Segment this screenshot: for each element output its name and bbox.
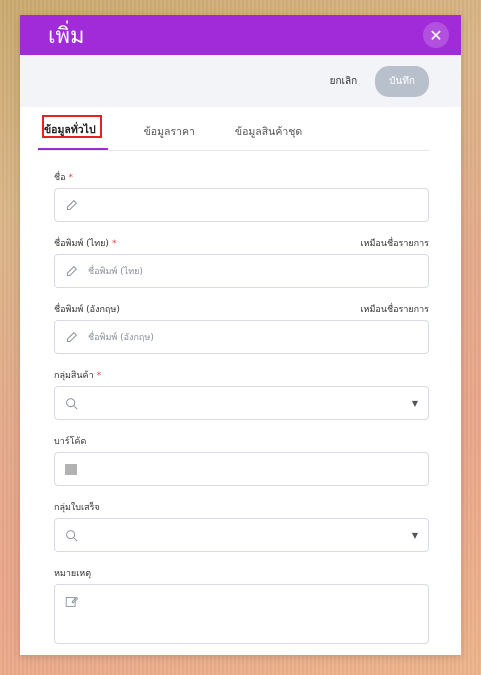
modal-header: เพิ่ม ✕ <box>20 15 461 55</box>
tab-label: ข้อมูลราคา <box>143 126 195 138</box>
field-print-name-en: ชื่อพิมพ์ (อังกฤษ) เหมือนชื่อรายการ ชื่อ… <box>54 303 429 354</box>
chevron-down-icon: ▼ <box>411 398 418 408</box>
field-label: บาร์โค้ด <box>54 437 87 447</box>
field-label: ชื่อพิมพ์ (อังกฤษ) <box>54 305 120 315</box>
field-label: หมายเหตุ <box>54 569 92 579</box>
tab-highlight-box <box>42 115 102 138</box>
field-barcode: บาร์โค้ด <box>54 435 429 486</box>
tab-bar: ข้อมูลทั่วไป ข้อมูลราคา ข้อมูลสินค้าชุด <box>38 115 429 151</box>
print-name-th-input[interactable]: ชื่อพิมพ์ (ไทย) <box>54 254 429 288</box>
save-button[interactable]: บันทึก <box>375 65 429 97</box>
add-item-modal: เพิ่ม ✕ ยกเลิก บันทึก ข้อมูลทั่วไป ข้อมู… <box>20 15 461 655</box>
chevron-down-icon: ▼ <box>411 530 418 540</box>
search-icon <box>65 529 78 542</box>
pencil-icon <box>65 265 78 278</box>
product-group-select[interactable]: ▼ <box>54 386 429 420</box>
field-label: กลุ่มสินค้า * <box>54 371 102 381</box>
field-receipt-group: กลุ่มใบเสร็จ ▼ <box>54 501 429 552</box>
close-button[interactable]: ✕ <box>423 22 449 48</box>
barcode-input[interactable] <box>54 452 429 486</box>
tab-bundle-info[interactable]: ข้อมูลสินค้าชุด <box>231 123 306 150</box>
pencil-icon <box>65 331 78 344</box>
field-product-group: กลุ่มสินค้า * ▼ <box>54 369 429 420</box>
same-as-name-link[interactable]: เหมือนชื่อรายการ <box>360 236 429 250</box>
tab-price-info[interactable]: ข้อมูลราคา <box>140 123 199 150</box>
general-form: ชื่อ * ชื่อพิมพ์ (ไทย) * เหมือนชื่อรายการ … <box>20 151 461 644</box>
edit-icon <box>65 593 79 612</box>
tab-label: ข้อมูลสินค้าชุด <box>234 126 303 138</box>
input-placeholder: ชื่อพิมพ์ (ไทย) <box>88 267 143 277</box>
barcode-icon <box>65 463 79 476</box>
same-as-name-link[interactable]: เหมือนชื่อรายการ <box>360 302 429 316</box>
print-name-en-input[interactable]: ชื่อพิมพ์ (อังกฤษ) <box>54 320 429 354</box>
field-label: ชื่อ * <box>54 173 74 183</box>
field-note: หมายเหตุ <box>54 567 429 644</box>
note-textarea[interactable] <box>54 584 429 644</box>
search-icon <box>65 397 78 410</box>
pencil-icon <box>65 199 78 212</box>
field-label: กลุ่มใบเสร็จ <box>54 503 100 513</box>
close-icon: ✕ <box>429 25 443 45</box>
field-print-name-th: ชื่อพิมพ์ (ไทย) * เหมือนชื่อรายการ ชื่อพิ… <box>54 237 429 288</box>
name-input[interactable] <box>54 188 429 222</box>
tab-general-info[interactable]: ข้อมูลทั่วไป <box>38 115 108 150</box>
input-placeholder: ชื่อพิมพ์ (อังกฤษ) <box>88 333 154 343</box>
cancel-button[interactable]: ยกเลิก <box>330 74 358 89</box>
action-bar: ยกเลิก บันทึก <box>20 55 461 107</box>
receipt-group-select[interactable]: ▼ <box>54 518 429 552</box>
field-name: ชื่อ * <box>54 171 429 222</box>
field-label: ชื่อพิมพ์ (ไทย) * <box>54 239 117 249</box>
modal-title: เพิ่ม <box>48 23 85 49</box>
